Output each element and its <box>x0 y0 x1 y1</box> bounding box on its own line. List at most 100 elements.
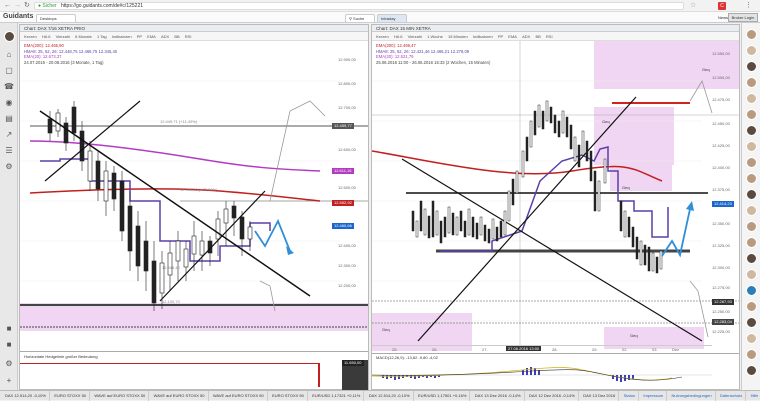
monitor-icon[interactable]: ▢ <box>4 65 14 75</box>
y-axis-label: 12.250,00 <box>712 309 730 314</box>
menu-icon[interactable]: ⋮ <box>745 1 752 9</box>
user-avatar[interactable] <box>746 125 757 136</box>
y-axis-label: 12.400,00 <box>338 243 356 248</box>
gear-icon[interactable]: ⚙ <box>4 161 14 171</box>
user-avatar[interactable] <box>746 189 757 200</box>
home-icon[interactable]: ⌂ <box>4 49 14 59</box>
right-sidebar <box>741 23 760 390</box>
bell-icon[interactable]: ☎ <box>4 81 14 91</box>
user-avatar[interactable] <box>746 221 757 232</box>
macd-histogram <box>382 367 634 382</box>
secure-label: Sicher <box>42 3 57 9</box>
sub-panel-title: Horizontale Hedgelinie großer Bedeutung <box>24 354 98 359</box>
price-tag-last: 12.460,66 <box>332 223 354 229</box>
zone-label: Geq <box>382 327 390 332</box>
user-avatar[interactable] <box>746 141 757 152</box>
left-chart-title: Chart: DAX 7/16 XETRA PRIO <box>20 25 368 32</box>
y-axis-label: 12.900,00 <box>338 57 356 62</box>
user-avatar[interactable] <box>746 29 757 40</box>
y-axis-label: 12.350,00 <box>712 221 730 226</box>
add-icon[interactable]: + <box>4 375 14 385</box>
forward-arrow-icon[interactable]: → <box>14 2 21 9</box>
tab-desktops[interactable]: Desktops <box>36 14 76 22</box>
trend-icon[interactable]: ↗ <box>4 129 14 139</box>
user-avatar[interactable] <box>746 269 757 280</box>
y-axis-label: 12.800,00 <box>338 81 356 86</box>
user-avatar[interactable] <box>746 157 757 168</box>
url-field[interactable]: ● Sicher https://go.guidants.com/de#c/12… <box>34 2 684 10</box>
zone-mid <box>610 157 672 191</box>
star-icon[interactable]: ☆ <box>690 1 696 9</box>
user-avatar[interactable] <box>746 333 757 344</box>
eye-icon[interactable]: ◉ <box>4 97 14 107</box>
price-tag-ema20: 12.611,16 <box>332 168 354 174</box>
ema200-line <box>29 188 321 202</box>
y-axis-label: 12.325,00 <box>712 243 730 248</box>
projection-blue-arrow <box>686 201 694 211</box>
user-avatar[interactable] <box>746 301 757 312</box>
price-tag-ema200: 12.552,92 <box>332 200 354 206</box>
macd-panel: MACD(12,26,9): -13,82 -9,80 -4,02 <box>372 353 739 389</box>
chart-icon[interactable]: ▤ <box>4 113 14 123</box>
trendline-ascending <box>417 96 637 342</box>
annotation-mid: 12.348,40 <box>162 265 181 270</box>
url-text: https://go.guidants.com/de#c/125221 <box>61 3 144 9</box>
macd-canvas <box>372 367 712 382</box>
x-axis: 25. 26. 27. 28. 29. 02. 03. Dez 27.06.20… <box>372 345 712 352</box>
right-chart-title: Chart: DAX 15 MIN XETRA <box>372 25 739 32</box>
sub-panel-red-drop <box>318 363 320 387</box>
y-axis-label: 12.550,00 <box>712 51 730 56</box>
user-avatar[interactable] <box>746 285 757 296</box>
browser-address-bar: ← → ↻ ● Sicher https://go.guidants.com/d… <box>0 0 760 12</box>
reload-icon[interactable]: ↻ <box>24 1 30 9</box>
user-avatar[interactable] <box>746 317 757 328</box>
y-axis-label: 12.375,00 <box>712 187 730 192</box>
broker-login-button[interactable]: Broker Login <box>728 13 758 22</box>
folder-icon[interactable]: ■ <box>4 323 14 333</box>
user-badge[interactable]: C <box>718 2 726 10</box>
candlesticks <box>47 101 253 311</box>
price-tag-resistance: 12.459,77 <box>332 123 354 129</box>
back-arrow-icon[interactable]: ← <box>4 2 11 9</box>
user-avatar[interactable] <box>746 109 757 120</box>
user-avatar[interactable] <box>746 253 757 264</box>
user-avatar[interactable] <box>746 93 757 104</box>
right-chart-canvas[interactable]: Geq Geq Geq Geq Geq <box>372 41 739 351</box>
user-avatar[interactable] <box>746 61 757 72</box>
right-chart-panel: Chart: DAX 15 MIN XETRA Kerzen HA 6 Vier… <box>371 24 740 390</box>
user-avatar[interactable] <box>4 31 15 42</box>
left-chart-panel: Chart: DAX 7/16 XETRA PRIO Kerzen HA 6 V… <box>19 24 369 390</box>
y-axis-label: 12.300,00 <box>712 265 730 270</box>
zone-upper <box>594 107 674 165</box>
news-button[interactable]: News <box>718 13 728 22</box>
cursor-date-label: 27.06.2016 13:00 <box>506 346 542 351</box>
user-avatar[interactable] <box>746 45 757 56</box>
user-avatar[interactable] <box>746 349 757 360</box>
left-sub-panel: Horizontale Hedgelinie großer Bedeutung … <box>20 351 368 390</box>
y-axis-label: 12.275,00 <box>712 285 730 290</box>
user-avatar[interactable] <box>746 173 757 184</box>
tab-search[interactable]: ⚲ Suche <box>345 14 375 22</box>
user-avatar[interactable] <box>746 77 757 88</box>
left-chart-canvas[interactable]: 12.449,71 (+11,49%) 12.386,80 (+35,00%) … <box>20 41 368 331</box>
sub-panel-line <box>20 363 320 364</box>
y-axis-label: 12.500,00 <box>712 75 730 80</box>
projection-blue <box>661 208 691 258</box>
user-avatar[interactable] <box>746 365 757 376</box>
settings-icon[interactable]: ⚙ <box>4 358 14 368</box>
user-avatar[interactable] <box>746 205 757 216</box>
annotation-resistance: 12.449,71 (+11,49%) <box>160 119 198 124</box>
ema20-line <box>29 140 321 172</box>
app-header: Guidants Desktops ⚲ Suche Intraday Broke… <box>0 12 760 23</box>
right-chart-toolbar: Kerzen HA 6 Vierzahl 1 Woche 15 Minuten … <box>372 32 739 41</box>
status-bar: DAX 12.514,20 -0,10% EURO STOXX 50 WAVE … <box>0 390 760 401</box>
tab-intraday[interactable]: Intraday <box>377 14 407 22</box>
folder-icon[interactable]: ■ <box>4 339 14 349</box>
zone-label: Geq <box>602 119 610 124</box>
user-avatar[interactable] <box>746 237 757 248</box>
list-icon[interactable]: ☰ <box>4 145 14 155</box>
projection-blue <box>254 218 291 252</box>
y-axis-label: 12.450,00 <box>712 121 730 126</box>
app-logo[interactable]: Guidants <box>3 13 33 20</box>
price-tag-last: 12.414,23 <box>712 201 734 207</box>
